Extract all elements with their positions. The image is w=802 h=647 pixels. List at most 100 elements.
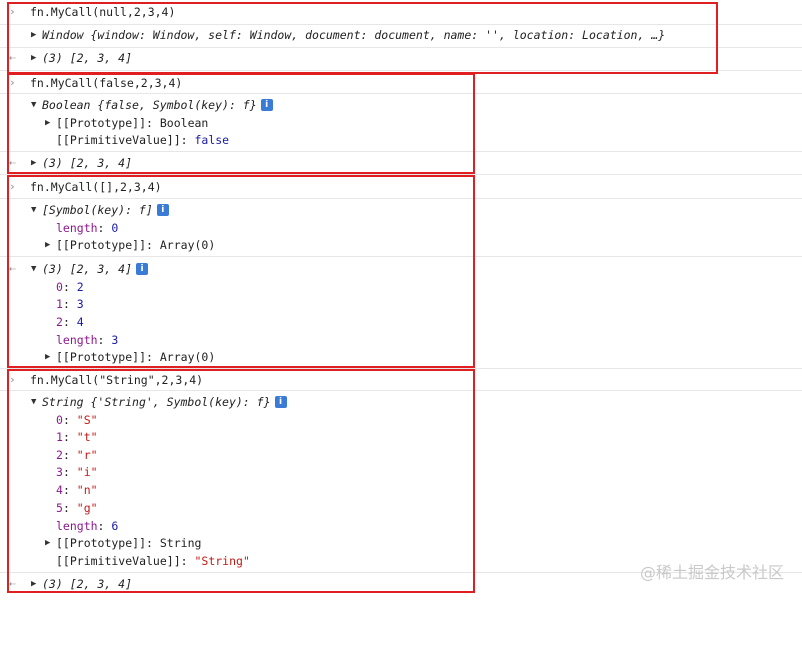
divider (0, 70, 802, 71)
property-key: [[PrimitiveValue]] (56, 554, 181, 568)
return-arrow-icon: ⇠ (9, 156, 16, 169)
return-arrow-icon: ⇠ (9, 577, 16, 590)
property-key: [[Prototype]] (56, 238, 147, 252)
info-icon[interactable]: i (274, 395, 287, 408)
property-value: "n" (76, 483, 98, 497)
property-row[interactable]: ▶ [[Prototype]]: String (0, 534, 802, 552)
console-result-line[interactable]: ⇠ ▶ (3) [2, 3, 4] (0, 49, 802, 67)
property-row[interactable]: ▶ [[Prototype]]: Boolean (0, 114, 802, 132)
property-value: "i" (76, 465, 98, 479)
property-value: 6 (111, 519, 119, 533)
return-arrow-icon: ⇠ (9, 262, 16, 275)
property-key: [[Prototype]] (56, 350, 147, 364)
property-value: Array(0) (159, 350, 216, 364)
expand-triangle-icon[interactable]: ▶ (31, 49, 41, 67)
console-log-line[interactable]: ▼ String {'String', Symbol(key): f} i (0, 393, 802, 411)
object-preview: [Symbol(key): f] (42, 203, 153, 217)
collapse-triangle-icon[interactable]: ▼ (31, 260, 41, 278)
prompt-icon: › (9, 76, 16, 89)
expand-triangle-icon[interactable]: ▶ (45, 236, 55, 254)
property-key: 5 (56, 501, 63, 515)
property-key: 0 (56, 413, 63, 427)
property-row: length: 3 (56, 333, 119, 347)
object-preview: {'String', Symbol(key): f} (90, 395, 271, 409)
property-key: length (56, 333, 98, 347)
divider (0, 390, 802, 391)
property-value: Array(0) (159, 238, 216, 252)
property-key: 0 (56, 280, 63, 294)
info-icon[interactable]: i (156, 203, 169, 216)
property-value: Boolean (159, 116, 209, 130)
object-preview: {window: Window, self: Window, document:… (90, 28, 666, 42)
console-input-text: fn.MyCall(null,2,3,4) (30, 5, 176, 19)
property-value: "r" (76, 448, 98, 462)
property-value: "t" (76, 430, 98, 444)
object-type-label: Window (42, 28, 84, 42)
console-log-line[interactable]: ▼ Boolean {false, Symbol(key): f} i (0, 96, 802, 114)
property-row: length: 6 (56, 519, 119, 533)
property-row: 4: "n" (56, 483, 98, 497)
property-row: 3: "i" (56, 465, 98, 479)
property-key: length (56, 519, 98, 533)
property-row[interactable]: ▶ [[Prototype]]: Array(0) (0, 236, 802, 254)
result-preview: (3) [2, 3, 4] (42, 262, 133, 276)
divider (0, 256, 802, 257)
property-row[interactable]: ▶ [[Prototype]]: Array(0) (0, 348, 802, 366)
expand-triangle-icon[interactable]: ▶ (45, 534, 55, 552)
property-value: "String" (194, 554, 250, 568)
property-key: length (56, 221, 98, 235)
property-key: 1 (56, 297, 63, 311)
property-key: 3 (56, 465, 63, 479)
property-key: [[Prototype]] (56, 116, 147, 130)
console-result-line[interactable]: ⇠ ▼ (3) [2, 3, 4] i (0, 260, 802, 278)
expand-triangle-icon[interactable]: ▶ (45, 114, 55, 132)
prompt-icon: › (9, 5, 16, 18)
property-key: [[PrimitiveValue]] (56, 133, 181, 147)
property-value: 0 (111, 221, 119, 235)
property-value: false (194, 133, 230, 147)
console-input-text: fn.MyCall("String",2,3,4) (30, 373, 204, 387)
object-preview: {false, Symbol(key): f} (97, 98, 257, 112)
object-type-label: Boolean (42, 98, 91, 112)
divider (0, 47, 802, 48)
property-row: 2: "r" (56, 448, 98, 462)
expand-triangle-icon[interactable]: ▶ (45, 348, 55, 366)
info-icon[interactable]: i (136, 262, 149, 275)
console-input-line[interactable]: › fn.MyCall(null,2,3,4) (0, 3, 802, 21)
property-key: 1 (56, 430, 63, 444)
property-row: 1: 3 (56, 297, 84, 311)
collapse-triangle-icon[interactable]: ▼ (31, 201, 41, 219)
console-input-line[interactable]: › fn.MyCall("String",2,3,4) (0, 371, 802, 389)
console-input-line[interactable]: › fn.MyCall([],2,3,4) (0, 178, 802, 196)
property-key: 4 (56, 483, 63, 497)
property-row: length: 0 (56, 221, 119, 235)
property-row: [[PrimitiveValue]]: false (56, 133, 230, 147)
property-value: 3 (111, 333, 119, 347)
divider (0, 198, 802, 199)
prompt-icon: › (9, 373, 16, 386)
console-result-line[interactable]: ⇠ ▶ (3) [2, 3, 4] (0, 154, 802, 172)
return-arrow-icon: ⇠ (9, 51, 16, 64)
property-value: 3 (76, 297, 84, 311)
property-row: 5: "g" (56, 501, 98, 515)
result-preview: (3) [2, 3, 4] (42, 156, 133, 170)
info-icon[interactable]: i (260, 98, 273, 111)
console-log-line[interactable]: ▼ [Symbol(key): f] i (0, 201, 802, 219)
property-key: [[Prototype]] (56, 536, 147, 550)
collapse-triangle-icon[interactable]: ▼ (31, 96, 41, 114)
expand-triangle-icon[interactable]: ▶ (31, 575, 41, 593)
property-value: String (159, 536, 202, 550)
property-key: 2 (56, 448, 63, 462)
expand-triangle-icon[interactable]: ▶ (31, 154, 41, 172)
divider (0, 368, 802, 369)
console-log-line[interactable]: ▶ Window {window: Window, self: Window, … (0, 26, 802, 44)
result-preview: (3) [2, 3, 4] (42, 51, 133, 65)
divider (0, 151, 802, 152)
console-input-line[interactable]: › fn.MyCall(false,2,3,4) (0, 74, 802, 92)
expand-triangle-icon[interactable]: ▶ (31, 26, 41, 44)
property-key: 2 (56, 315, 63, 329)
collapse-triangle-icon[interactable]: ▼ (31, 393, 41, 411)
prompt-icon: › (9, 180, 16, 193)
result-preview: (3) [2, 3, 4] (42, 577, 133, 591)
property-value: 4 (76, 315, 84, 329)
